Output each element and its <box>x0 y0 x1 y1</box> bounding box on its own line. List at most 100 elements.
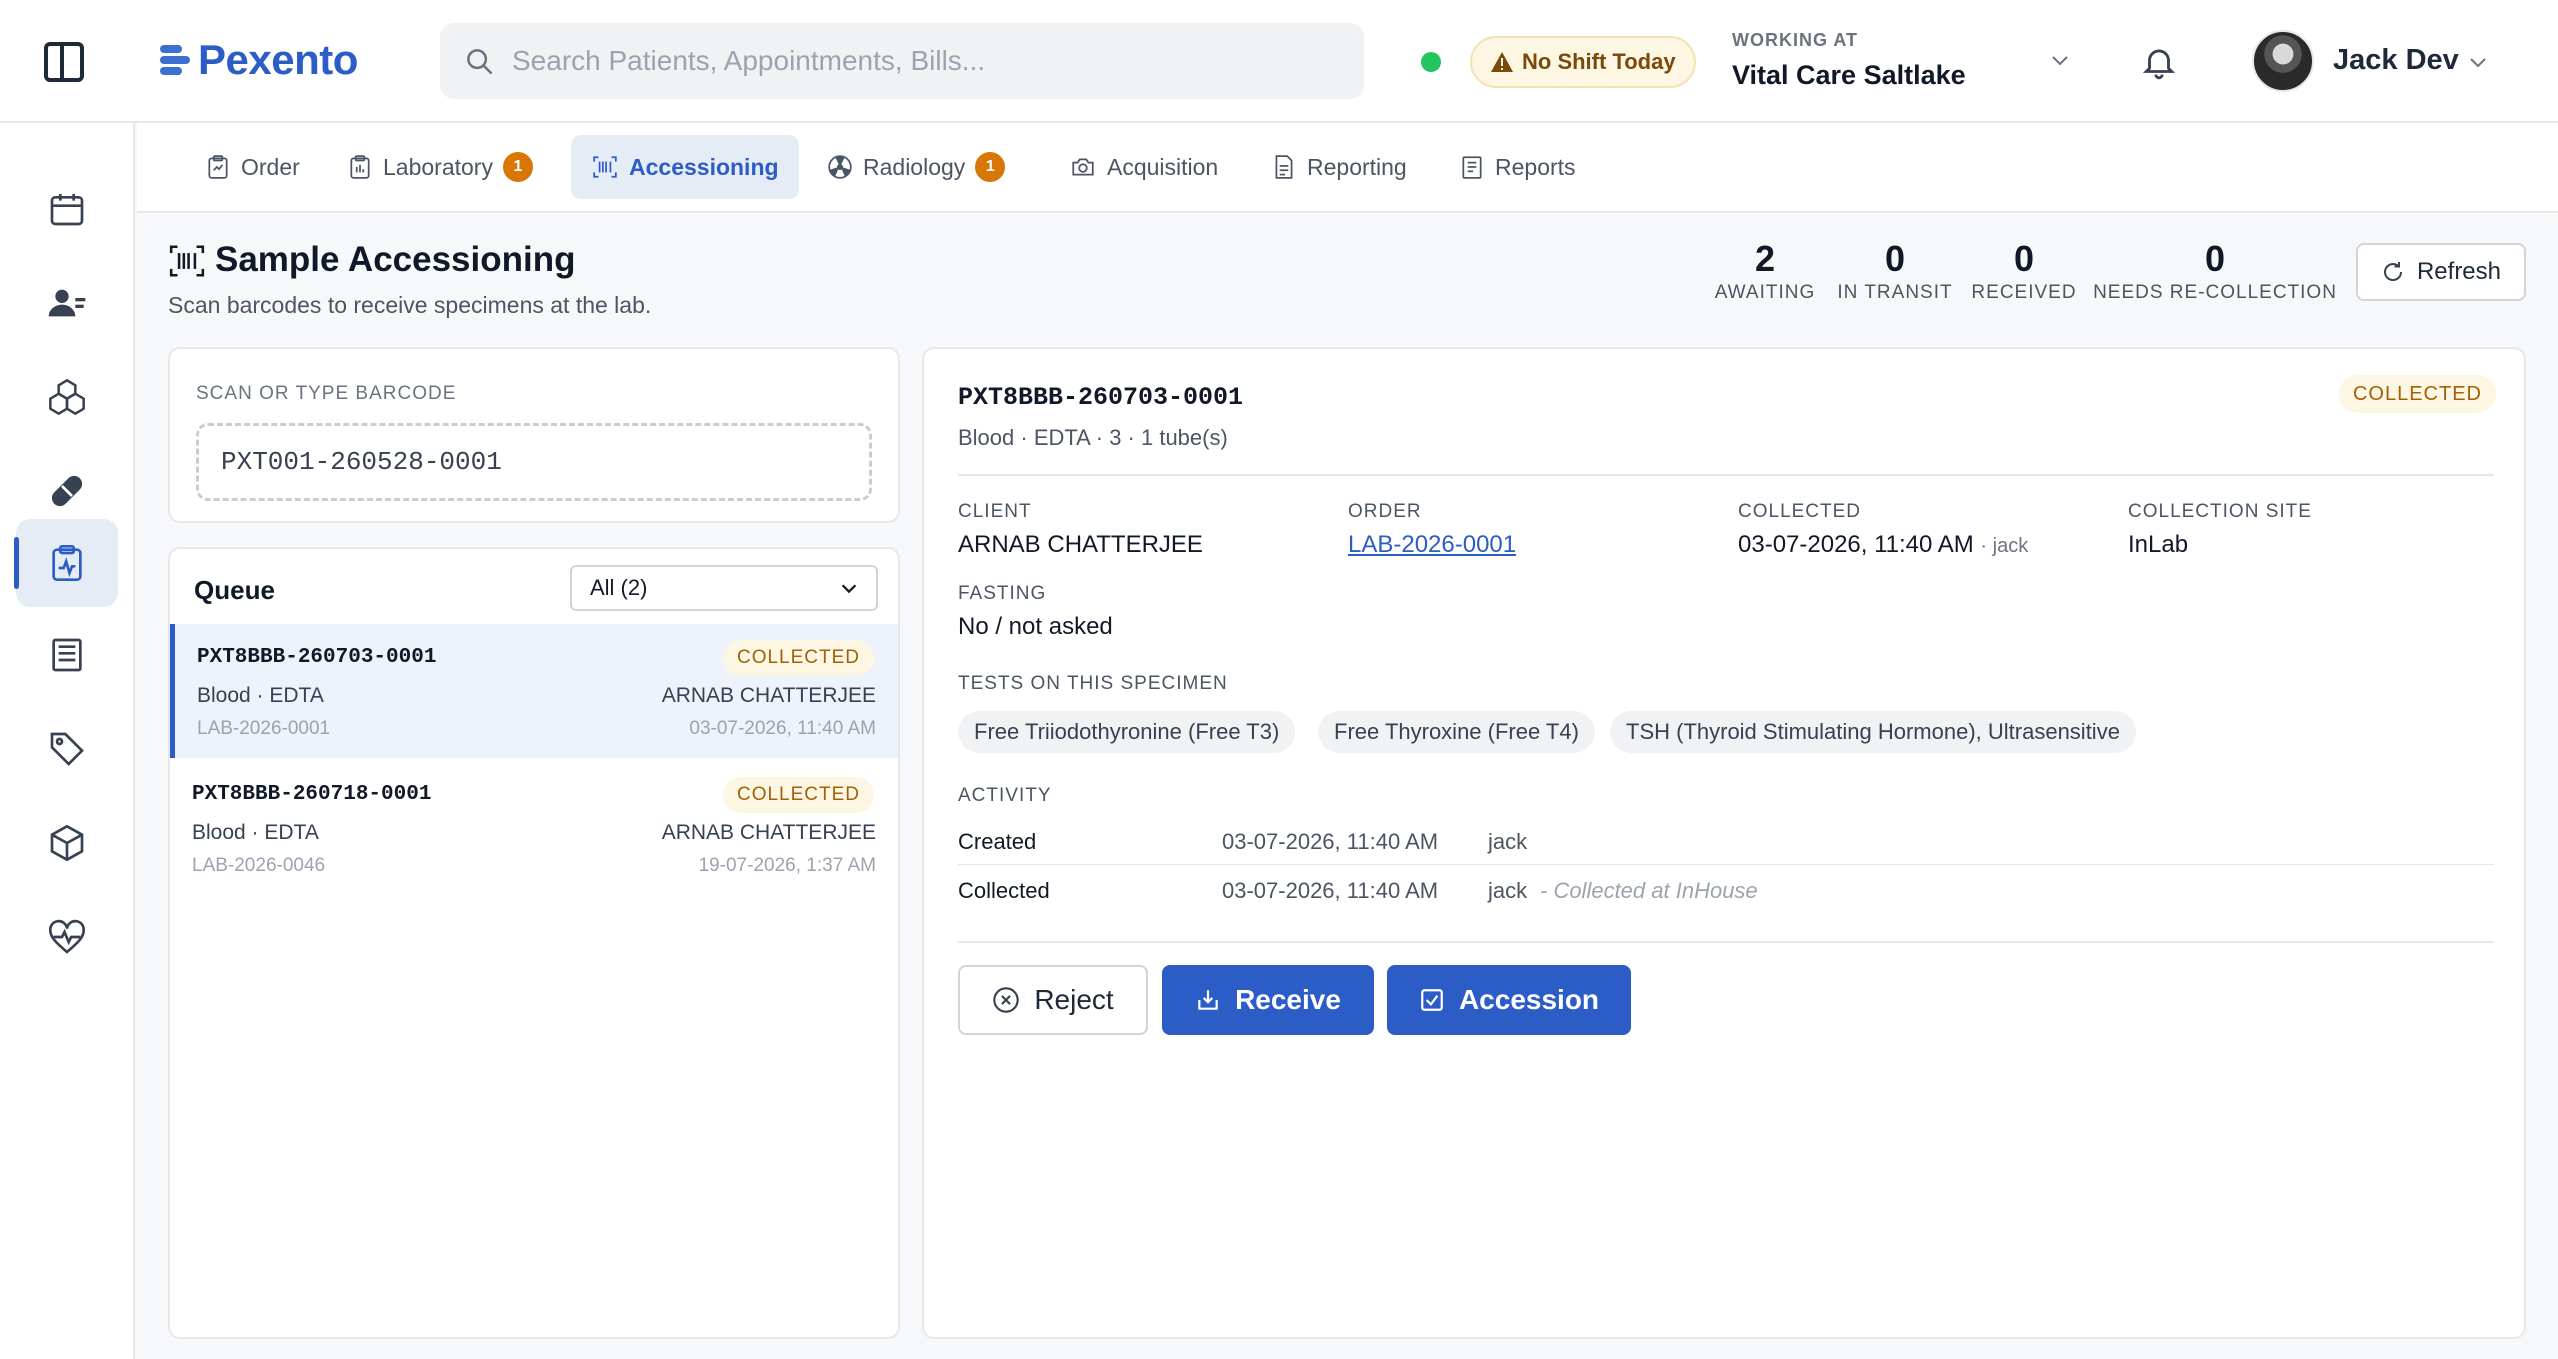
top-bar: Pexento No Shift Today WORKING AT Vital … <box>0 0 2558 123</box>
status-badge: COLLECTED <box>722 640 874 676</box>
queue-card: Queue All (2) PXT8BBB-260703-0001 COLLEC… <box>168 547 900 1339</box>
client-name: ARNAB CHATTERJEE <box>661 821 876 844</box>
barcode-input[interactable]: PXT001-260528-0001 <box>196 423 872 501</box>
shift-status-badge[interactable]: No Shift Today <box>1470 36 1696 88</box>
activity-time: 03-07-2026, 11:40 AM <box>1222 878 1439 903</box>
tab-order[interactable]: Order <box>185 135 320 199</box>
tab-laboratory[interactable]: Laboratory 1 <box>327 135 553 199</box>
chevron-down-icon[interactable] <box>2048 48 2072 72</box>
working-at-location[interactable]: Vital Care Saltlake <box>1732 60 1966 91</box>
inbox-download-icon <box>1198 990 1218 1010</box>
collection-site-value: InLab <box>2128 531 2189 558</box>
reject-label: Reject <box>1034 984 1114 1015</box>
reporting-icon <box>1275 155 1293 179</box>
collected-value: 03-07-2026, 11:40 AM · jack <box>1738 531 2028 559</box>
activity-event: Collected <box>958 878 1050 903</box>
collected-date: 19-07-2026, 1:37 AM <box>698 855 876 876</box>
activity-user: jack <box>1488 829 1528 854</box>
chevron-down-icon[interactable] <box>2466 50 2490 74</box>
user-name[interactable]: Jack Dev <box>2333 44 2459 77</box>
activity-time: 03-07-2026, 11:40 AM <box>1222 829 1439 854</box>
package-icon <box>50 824 84 862</box>
sidebar-item-packages[interactable] <box>16 799 118 887</box>
fasting-label: FASTING <box>958 583 1047 604</box>
tab-label: Laboratory <box>383 153 493 180</box>
chevron-down-icon <box>841 584 857 594</box>
stat-awaiting: 2 AWAITING <box>1710 238 1820 304</box>
accession-button[interactable]: Accession <box>1387 965 1631 1035</box>
refresh-button[interactable]: Refresh <box>2356 243 2526 301</box>
global-search[interactable] <box>440 23 1364 99</box>
tab-count-badge: 1 <box>975 152 1006 182</box>
collected-by: · jack <box>1980 535 2029 557</box>
tab-reports[interactable]: Reports <box>1439 135 1596 199</box>
lab-clipboard-icon <box>52 545 82 581</box>
sidebar-item-inventory[interactable] <box>16 353 118 441</box>
tab-label: Reports <box>1495 153 1576 180</box>
barcode-icon <box>169 245 205 277</box>
tab-acquisition[interactable]: Acquisition <box>1049 135 1238 199</box>
client-value: ARNAB CHATTERJEE <box>958 531 1203 558</box>
activity-user: jack <box>1488 878 1528 903</box>
activity-row: Created 03-07-2026, 11:40 AM jack <box>958 817 2494 865</box>
tag-icon <box>50 732 84 766</box>
inventory-icon <box>49 378 85 416</box>
billing-icon <box>52 638 82 672</box>
collected-date: 03-07-2026, 11:40 AM <box>689 718 876 739</box>
order-label: ORDER <box>1348 501 1422 522</box>
sidebar-item-calendar[interactable] <box>16 165 118 253</box>
tab-label: Accessioning <box>629 153 779 180</box>
activity-event: Created <box>958 829 1037 854</box>
divider <box>958 474 2494 476</box>
activity-row: Collected 03-07-2026, 11:40 AM jack - Co… <box>958 866 2494 914</box>
queue-filter-select[interactable]: All (2) <box>570 565 878 611</box>
accession-label: Accession <box>1458 984 1600 1015</box>
specimen-meta: Blood · EDTA · 3 · 1 tube(s) <box>958 425 1228 450</box>
stat-label: NEEDS RE-COLLECTION <box>2093 282 2337 303</box>
sidebar-item-tags[interactable] <box>16 705 118 793</box>
page-subtitle: Scan barcodes to receive specimens at th… <box>168 292 652 318</box>
collected-datetime: 03-07-2026, 11:40 AM <box>1738 531 1974 558</box>
divider <box>958 941 2494 943</box>
checkbox-icon <box>1421 989 1443 1011</box>
stat-value: 0 <box>2013 238 2035 279</box>
stat-received: 0 RECEIVED <box>1968 238 2080 304</box>
search-input[interactable] <box>512 45 1352 77</box>
queue-filter-value: All (2) <box>590 575 648 600</box>
status-badge: COLLECTED <box>2338 375 2496 413</box>
app-name: Pexento <box>198 36 358 83</box>
notification-bell-icon[interactable] <box>2140 42 2178 82</box>
app-logo[interactable]: Pexento <box>160 30 358 90</box>
user-avatar[interactable] <box>2252 30 2314 92</box>
tab-label: Radiology <box>863 153 966 180</box>
queue-item[interactable]: PXT8BBB-260718-0001 COLLECTED Blood · ED… <box>170 761 898 895</box>
sidebar-item-patients[interactable] <box>16 259 118 347</box>
reject-button[interactable]: Reject <box>958 965 1148 1035</box>
stat-value: 0 <box>1884 238 1906 279</box>
stat-value: 0 <box>2204 238 2226 279</box>
test-chip: Free Triiodothyronine (Free T3) <box>958 711 1296 753</box>
tests-label: TESTS ON THIS SPECIMEN <box>958 673 1228 694</box>
stat-label: AWAITING <box>1714 282 1816 303</box>
refresh-icon <box>2383 262 2402 281</box>
sidebar-item-vitals[interactable] <box>16 893 118 981</box>
client-name: ARNAB CHATTERJEE <box>661 684 876 707</box>
patients-icon <box>48 289 86 317</box>
stat-needs-recollection: 0 NEEDS RE-COLLECTION <box>2090 238 2340 304</box>
tab-radiology[interactable]: Radiology 1 <box>807 135 1025 199</box>
sidebar-item-billing[interactable] <box>16 611 118 699</box>
sidebar-toggle-icon[interactable] <box>44 42 84 82</box>
reports-icon <box>1462 156 1482 179</box>
receive-button[interactable]: Receive <box>1162 965 1374 1035</box>
collection-site-label: COLLECTION SITE <box>2128 501 2312 522</box>
queue-item[interactable]: PXT8BBB-260703-0001 COLLECTED Blood · ED… <box>170 624 898 758</box>
tab-reporting[interactable]: Reporting <box>1251 135 1427 199</box>
laboratory-icon <box>350 155 370 179</box>
search-icon <box>467 49 493 75</box>
sidebar-item-lab[interactable] <box>14 519 118 607</box>
order-link[interactable]: LAB-2026-0001 <box>1348 531 1516 558</box>
specimen-type: Blood · EDTA <box>192 821 319 844</box>
camera-icon <box>1072 158 1094 176</box>
tab-accessioning[interactable]: Accessioning <box>571 135 799 199</box>
specimen-detail-card: PXT8BBB-260703-0001 COLLECTED Blood · ED… <box>922 347 2526 1339</box>
